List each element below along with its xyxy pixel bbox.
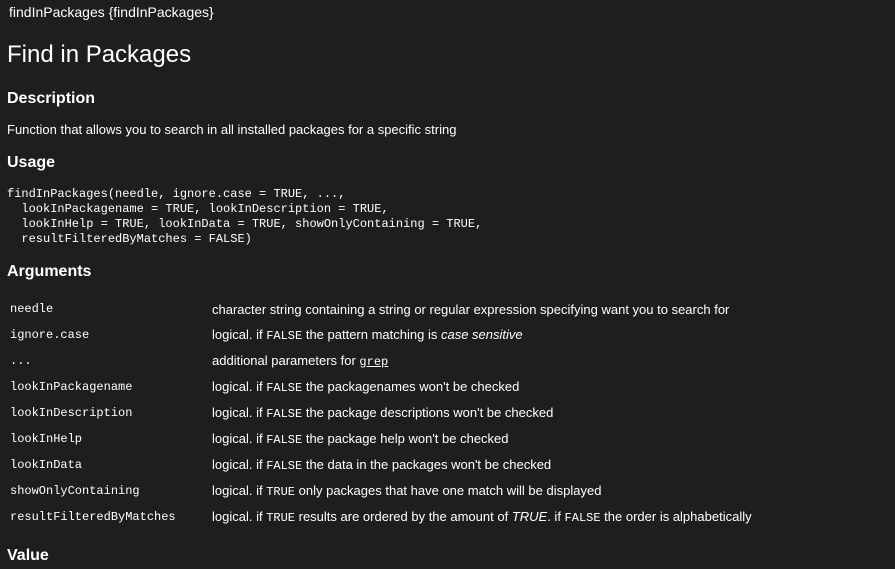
arg-description: logical. if TRUE only packages that have… [212, 483, 602, 499]
table-row: resultFilteredByMatches logical. if TRUE… [7, 504, 752, 530]
value-heading: Value [7, 547, 49, 564]
table-row: lookInPackagename logical. if FALSE the … [7, 374, 752, 400]
description-text: Function that allows you to search in al… [7, 122, 457, 137]
table-row: needle character string containing a str… [7, 296, 752, 322]
arg-name: lookInData [10, 458, 83, 472]
table-row: lookInDescription logical. if FALSE the … [7, 400, 752, 426]
table-row: ... additional parameters for grep [7, 348, 752, 374]
arg-description: logical. if FALSE the pattern matching i… [212, 327, 523, 343]
arg-name: showOnlyContaining [10, 484, 140, 498]
grep-link[interactable]: grep [359, 355, 388, 369]
arguments-table: needle character string containing a str… [7, 296, 752, 530]
table-row: ignore.case logical. if FALSE the patter… [7, 322, 752, 348]
arg-name: ... [10, 354, 32, 368]
doc-header-line: findInPackages {findInPackages} [9, 4, 214, 20]
table-row: lookInData logical. if FALSE the data in… [7, 452, 752, 478]
arg-name: needle [10, 302, 54, 316]
arg-description: logical. if FALSE the package descriptio… [212, 405, 554, 421]
arg-name: ignore.case [10, 328, 90, 342]
arg-description: character string containing a string or … [212, 301, 730, 317]
arg-description: logical. if TRUE results are ordered by … [212, 509, 752, 525]
arg-name: lookInDescription [10, 406, 133, 420]
arg-name: lookInPackagename [10, 380, 133, 394]
table-row: lookInHelp logical. if FALSE the package… [7, 426, 752, 452]
arg-description: logical. if FALSE the data in the packag… [212, 457, 552, 473]
arg-name: lookInHelp [10, 432, 83, 446]
usage-code-block: findInPackages(needle, ignore.case = TRU… [7, 187, 483, 246]
arg-description: additional parameters for grep [212, 353, 389, 369]
arguments-heading: Arguments [7, 263, 92, 280]
page-title: Find in Packages [7, 41, 192, 68]
table-row: showOnlyContaining logical. if TRUE only… [7, 478, 752, 504]
arg-description: logical. if FALSE the packagenames won't… [212, 379, 520, 395]
arg-description: logical. if FALSE the package help won't… [212, 431, 509, 447]
arg-name: resultFilteredByMatches [10, 510, 176, 524]
description-heading: Description [7, 90, 96, 107]
usage-heading: Usage [7, 154, 56, 171]
